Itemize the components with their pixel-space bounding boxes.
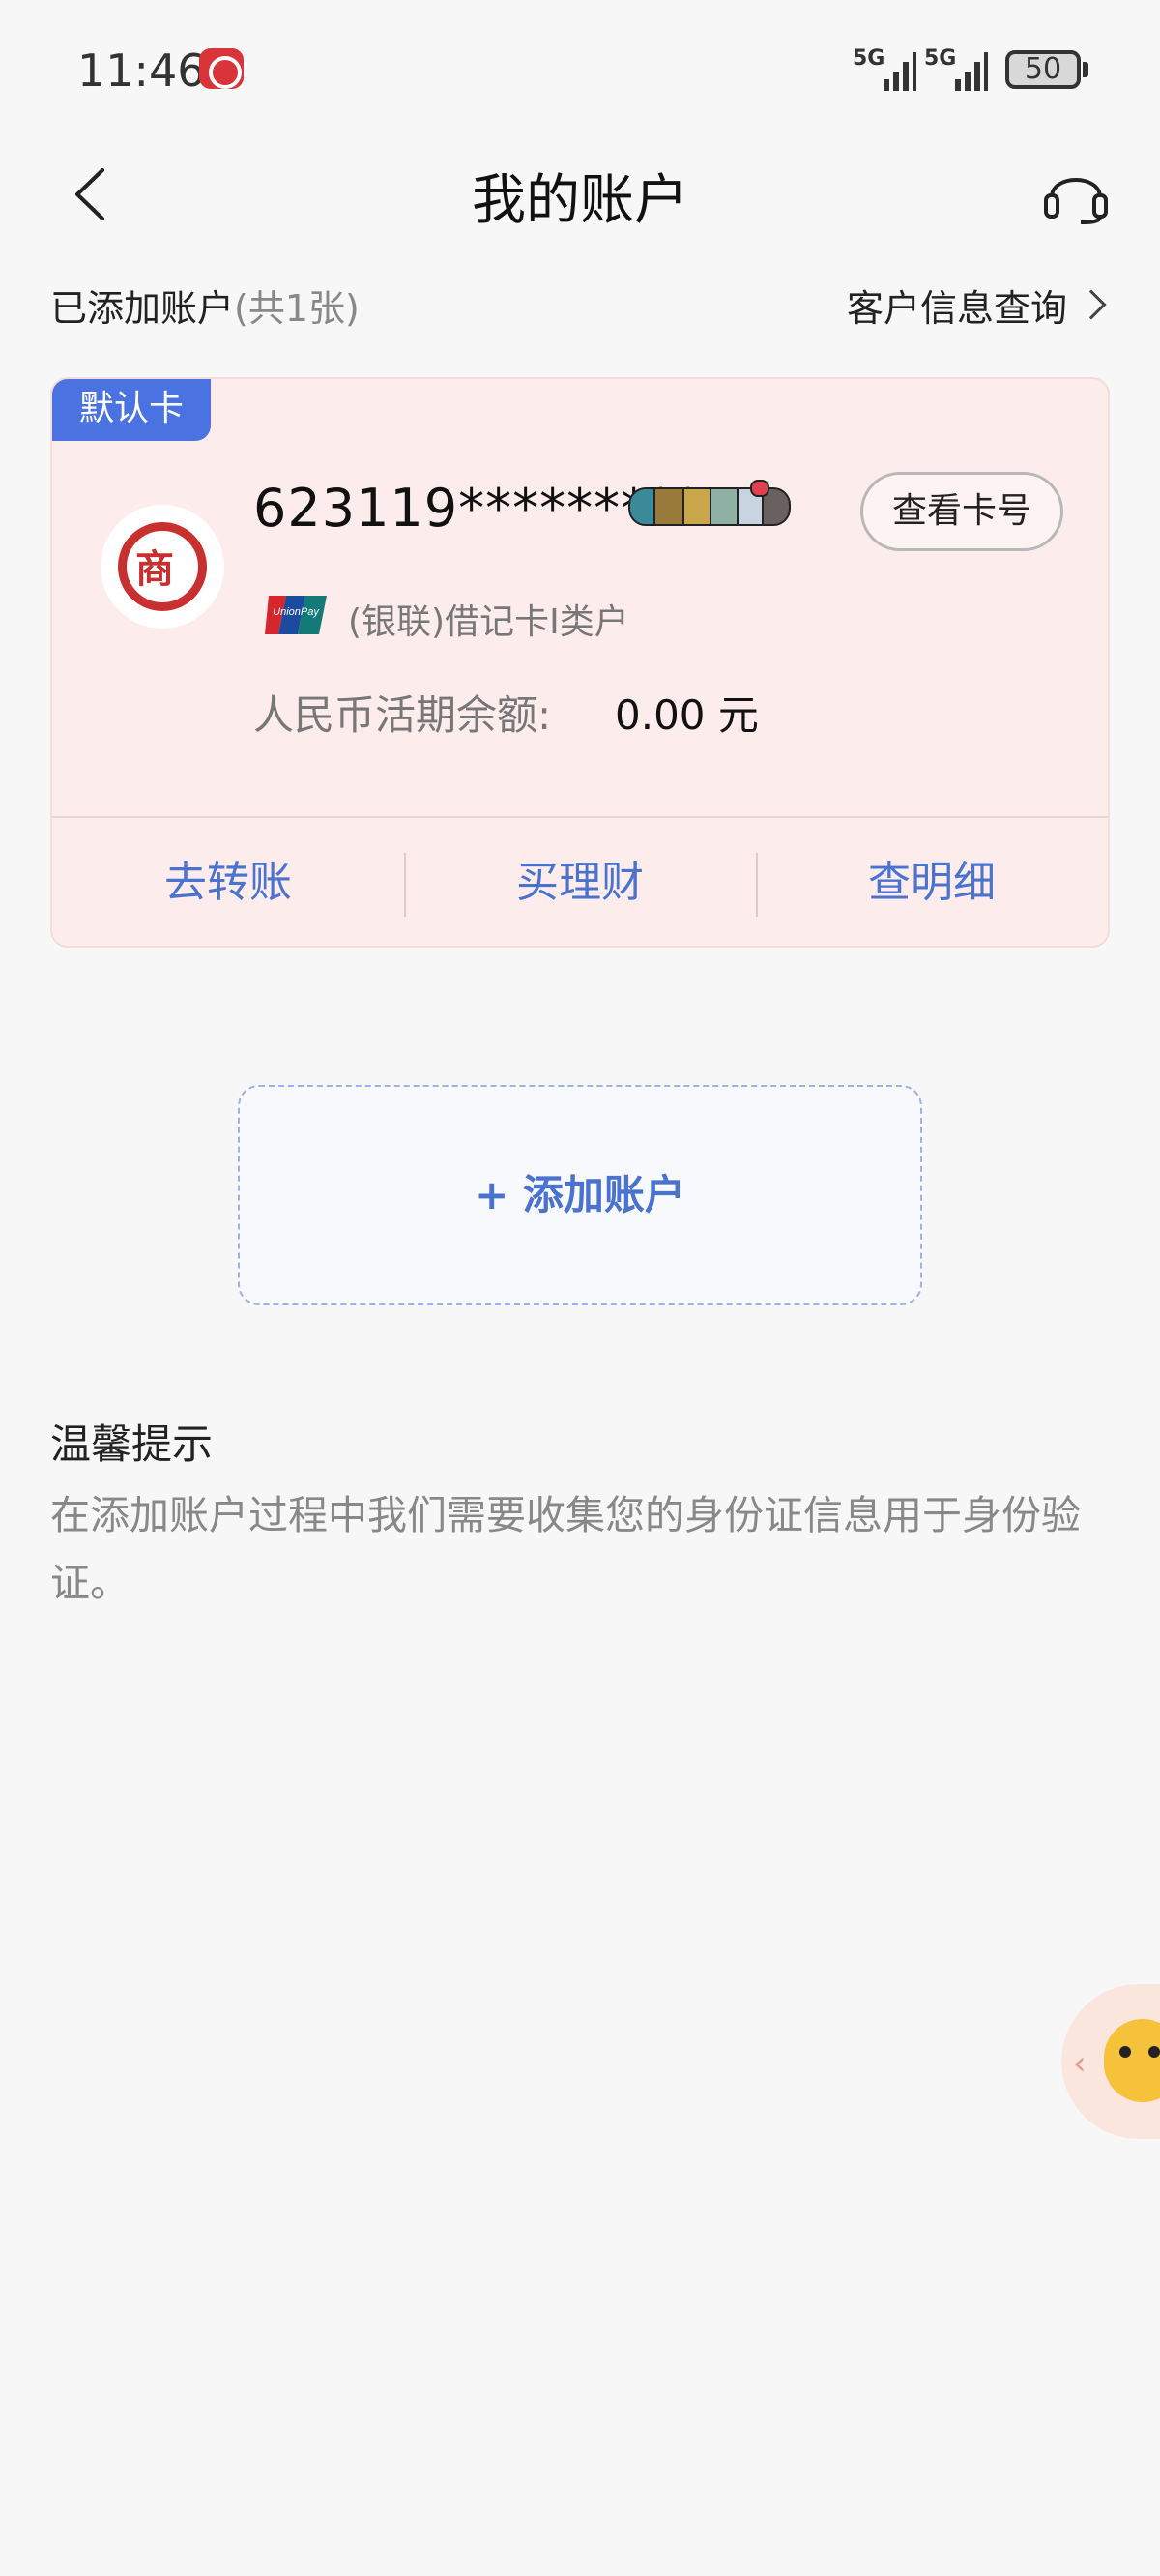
floating-assistant-button[interactable]: ‹ <box>1061 1984 1160 2139</box>
battery-icon: 50 <box>1005 50 1081 89</box>
status-bar: 11:46 5G 5G 50 <box>0 0 1160 145</box>
mascot-icon <box>1104 2019 1160 2102</box>
unionpay-icon: UnionPay <box>265 596 327 634</box>
default-card-badge: 默认卡 <box>52 379 211 441</box>
tips-title: 温馨提示 <box>50 1420 214 1468</box>
bank-app-notification-icon <box>199 48 244 89</box>
status-time: 11:46 <box>77 44 206 97</box>
tips-text: 在添加账户过程中我们需要收集您的身份证信息用于身份验证。 <box>50 1492 1081 1606</box>
buy-wealth-product-button[interactable]: 买理财 <box>404 818 756 948</box>
add-account-button[interactable]: + 添加账户 <box>238 1085 922 1305</box>
battery-level: 50 <box>1024 52 1062 86</box>
nav-bar: 我的账户 <box>0 145 1160 242</box>
transfer-button[interactable]: 去转账 <box>52 818 404 948</box>
bank-logo-mark: 商 <box>135 547 174 592</box>
view-details-button[interactable]: 查明细 <box>756 818 1108 948</box>
card-action-row: 去转账 买理财 查明细 <box>52 818 1108 948</box>
balance-label: 人民币活期余额: <box>253 691 552 739</box>
page: 11:46 5G 5G 50 我的账户 已添加账户(共1张) 客户信息查询 默认… <box>0 0 1160 2576</box>
chevron-right-icon <box>1076 289 1107 320</box>
svg-text:UnionPay: UnionPay <box>273 606 320 618</box>
signal-5g-icon-1: 5G <box>853 46 916 91</box>
back-arrow-icon[interactable] <box>68 168 120 220</box>
account-card[interactable]: 默认卡 商 623119********* 查看卡号 UnionPay (银联)… <box>50 377 1110 948</box>
battery-tip <box>1083 62 1088 77</box>
redacted-mosaic <box>628 480 793 534</box>
view-card-number-button[interactable]: 查看卡号 <box>860 472 1063 551</box>
added-accounts-label: 已添加账户(共1张) <box>50 287 360 330</box>
added-accounts-count: (共1张) <box>234 287 360 330</box>
signal-5g-icon-2: 5G <box>924 46 988 91</box>
balance-value: 0.00 元 <box>615 691 759 739</box>
customer-info-query-link[interactable]: 客户信息查询 <box>847 278 1110 332</box>
page-title: 我的账户 <box>472 169 688 232</box>
chevron-left-icon: ‹ <box>1073 2044 1087 2083</box>
card-type-label: (银联)借记卡I类户 <box>348 602 629 642</box>
sub-header: 已添加账户(共1张) 客户信息查询 <box>50 273 1110 331</box>
bank-logo-icon: 商 <box>101 505 224 629</box>
customer-service-headset-icon[interactable] <box>1042 162 1110 224</box>
